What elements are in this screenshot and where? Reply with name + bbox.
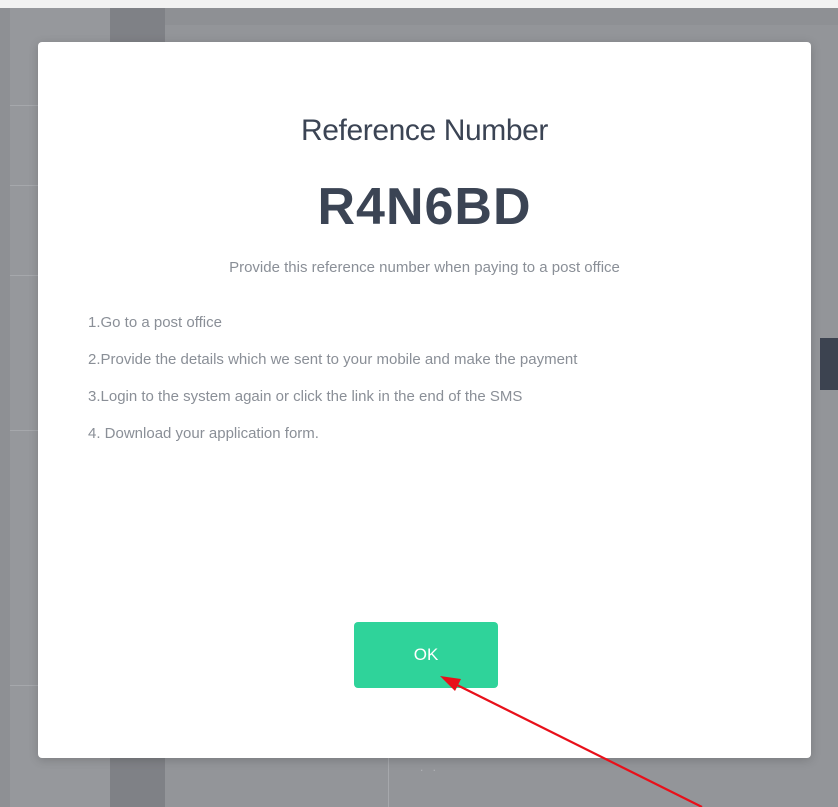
reference-code: R4N6BD — [317, 178, 532, 236]
instruction-step: 2.Provide the details which we sent to y… — [88, 351, 578, 368]
background-header-block — [820, 338, 838, 390]
modal-subtitle: Provide this reference number when payin… — [229, 259, 620, 276]
instruction-step: 4. Download your application form. — [88, 425, 319, 442]
instruction-step: 1.Go to a post office — [88, 314, 222, 331]
ok-button[interactable]: OK — [354, 622, 498, 688]
instruction-list: 1.Go to a post office 2.Provide the deta… — [88, 312, 728, 460]
reference-number-modal: Reference Number R4N6BD Provide this ref… — [38, 42, 811, 758]
background-divider — [388, 758, 389, 807]
instruction-step: 3.Login to the system again or click the… — [88, 388, 523, 405]
modal-heading: Reference Number — [300, 114, 549, 147]
background-top-strip — [0, 0, 838, 8]
background-text: . . — [420, 760, 440, 774]
